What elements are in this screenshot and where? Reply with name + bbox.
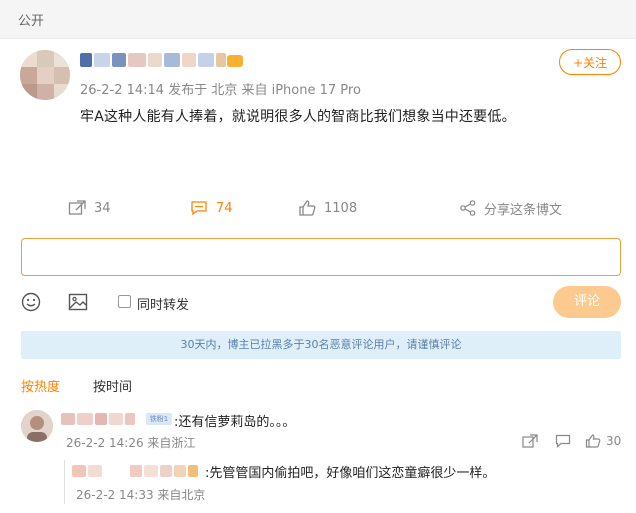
submit-comment-button[interactable]: 评论	[553, 286, 621, 318]
reply-text: :先管管国内偷拍吧，好像咱们这恋童癖很少一样。	[205, 466, 496, 481]
repost-checkbox[interactable]	[118, 295, 131, 308]
share-label: 分享这条博文	[484, 202, 563, 218]
comment-like-icon[interactable]	[585, 434, 601, 448]
comment-like-count: 30	[606, 434, 622, 448]
comment-count: 74	[216, 200, 233, 216]
share-action[interactable]: 分享这条博文	[460, 198, 562, 218]
author-name[interactable]	[80, 50, 240, 68]
visibility-label: 公开	[18, 14, 45, 29]
reply-divider	[64, 460, 65, 504]
sort-by-hot[interactable]: 按热度	[21, 376, 60, 395]
comment-input[interactable]	[34, 239, 598, 275]
post-meta: 26-2-2 14:14 发布于 北京 来自 iPhone 17 Pro	[80, 83, 361, 98]
emoji-icon[interactable]	[21, 292, 41, 312]
repost-checkbox-label[interactable]: 同时转发	[137, 294, 189, 313]
commenter-avatar[interactable]	[21, 410, 53, 442]
visibility-bar: 公开	[0, 0, 636, 39]
comment-notice: 30天内，博主已拉黑多于30名恶意评论用户，请谨慎评论	[21, 331, 621, 359]
post-text: 牢A这种人能有人捧着，就说明很多人的智商比我们想象当中还要低。	[80, 109, 516, 125]
comment-reply-icon[interactable]	[555, 434, 571, 448]
comment-repost-icon[interactable]	[522, 434, 538, 448]
like-icon	[299, 200, 316, 216]
comment-icon	[191, 201, 207, 216]
comment-text: :还有信萝莉岛的。。。	[174, 415, 296, 430]
share-icon	[460, 200, 476, 216]
vip-badge	[227, 55, 243, 67]
comment-action[interactable]: 74	[190, 198, 233, 218]
like-action[interactable]: 1108	[298, 198, 357, 218]
repost-count: 34	[94, 200, 111, 216]
comment-meta: 26-2-2 14:26 来自浙江	[66, 436, 196, 450]
follow-button[interactable]: +关注	[559, 49, 621, 75]
reply-meta: 26-2-2 14:33 来自北京	[76, 488, 206, 502]
like-count: 1108	[324, 200, 358, 216]
fan-badge: 铁粉1	[146, 413, 172, 425]
sort-by-time[interactable]: 按时间	[93, 376, 132, 395]
repost-action[interactable]: 34	[68, 198, 111, 218]
repost-icon	[68, 200, 86, 215]
author-avatar[interactable]	[20, 50, 70, 100]
image-icon[interactable]	[68, 292, 88, 312]
comment-box[interactable]	[21, 238, 621, 276]
